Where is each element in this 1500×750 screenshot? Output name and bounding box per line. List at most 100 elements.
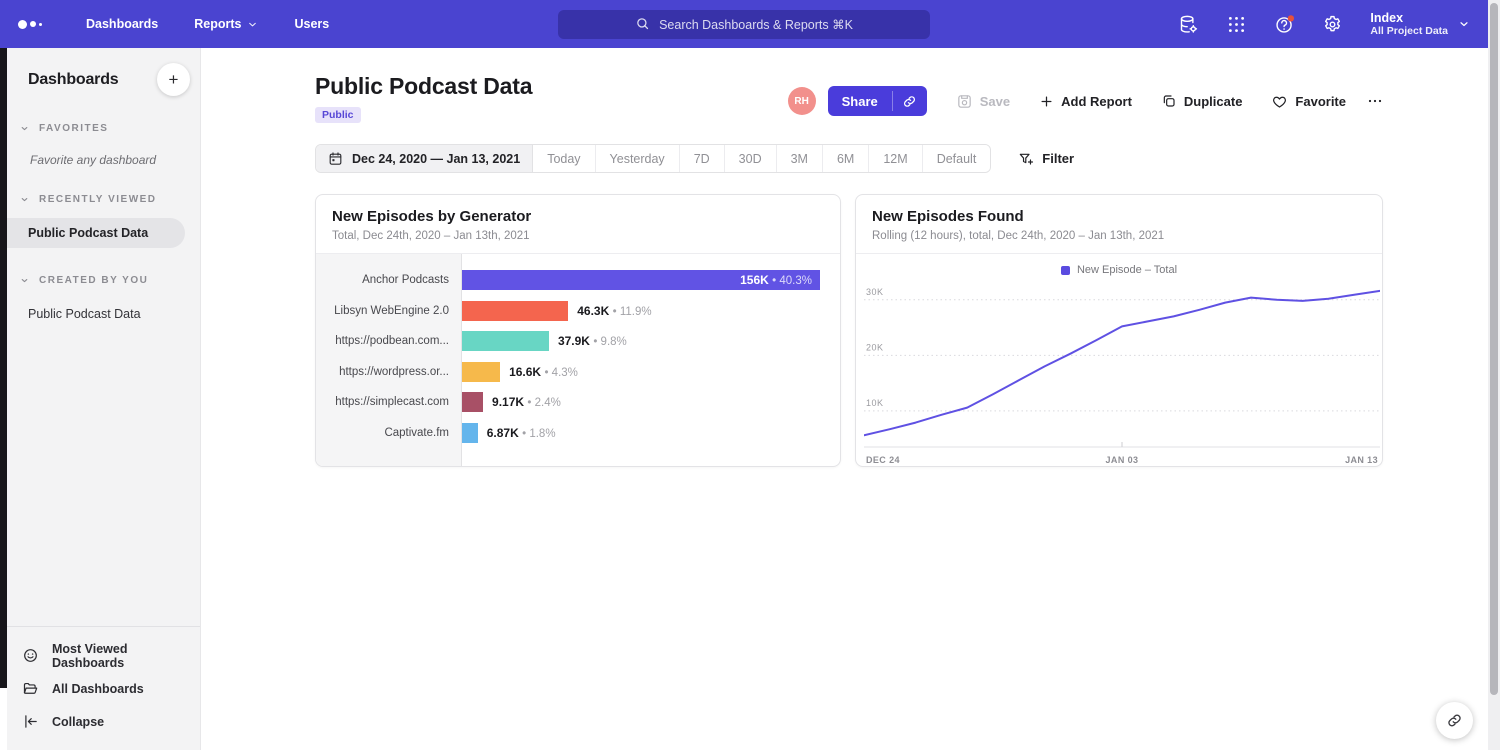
sidebar: Dashboards + FAVORITESFavorite any dashb…: [7, 48, 201, 750]
bar-row[interactable]: 46.3K • 11.9%: [462, 296, 820, 327]
preset-6m[interactable]: 6M: [823, 145, 869, 172]
chevron-down-icon: [20, 195, 29, 204]
sidebar-footer-all-dashboards[interactable]: All Dashboards: [7, 672, 200, 705]
scrollbar-thumb[interactable]: [1490, 3, 1498, 695]
bar: 156K • 40.3%: [462, 270, 820, 290]
app-window: Dashboards Reports Users Search Dashboards…: [0, 0, 1500, 750]
preset-today[interactable]: Today: [533, 145, 595, 172]
data-sources-icon[interactable]: [1178, 14, 1199, 35]
nav-reports[interactable]: Reports: [194, 17, 258, 31]
more-options-button[interactable]: [1367, 93, 1383, 109]
share-link-fab[interactable]: [1436, 702, 1473, 739]
filter-label: Filter: [1042, 151, 1074, 166]
bar-value: 37.9K: [558, 334, 590, 348]
preset-7d[interactable]: 7D: [680, 145, 725, 172]
calendar-icon: [328, 151, 343, 166]
page-header: Public Podcast Data Public RH Share Save: [315, 48, 1383, 123]
left-edge-strip: [0, 48, 7, 688]
duplicate-button[interactable]: Duplicate: [1161, 93, 1243, 109]
filter-funnel-icon: [1018, 151, 1034, 167]
sidebar-section-created-by-you: CREATED BY YOU Public Podcast Data: [7, 275, 200, 329]
search-input[interactable]: Search Dashboards & Reports ⌘K: [558, 10, 930, 39]
section-header[interactable]: FAVORITES: [7, 123, 200, 134]
scrollbar-track[interactable]: [1488, 0, 1500, 750]
apps-grid-icon[interactable]: [1226, 14, 1247, 35]
logo-dots-icon[interactable]: [18, 20, 58, 29]
report-cards: New Episodes by Generator Total, Dec 24t…: [315, 194, 1383, 467]
share-button[interactable]: Share: [828, 86, 892, 116]
date-range-label: Dec 24, 2020 — Jan 13, 2021: [352, 152, 520, 166]
chevron-down-icon: [20, 276, 29, 285]
footer-label: Most Viewed Dashboards: [52, 642, 200, 670]
svg-text:JAN 03: JAN 03: [1106, 455, 1139, 465]
date-range-picker[interactable]: Dec 24, 2020 — Jan 13, 2021: [316, 145, 533, 172]
section-header[interactable]: CREATED BY YOU: [7, 275, 200, 286]
bar-category-label: Libsyn WebEngine 2.0: [316, 296, 461, 327]
preset-default[interactable]: Default: [923, 145, 991, 172]
topbar: Dashboards Reports Users Search Dashboards…: [0, 0, 1488, 48]
bar-value: 46.3K: [577, 304, 609, 318]
project-selector[interactable]: Index All Project Data: [1370, 11, 1470, 38]
help-icon[interactable]: [1274, 14, 1295, 35]
bar-value: 9.17K: [492, 395, 524, 409]
settings-icon[interactable]: [1322, 14, 1343, 35]
line-chart: 10K20K30KDEC 24JAN 03JAN 13: [864, 282, 1380, 466]
search-icon: [635, 16, 650, 34]
bar: [462, 392, 483, 412]
add-report-button[interactable]: Add Report: [1039, 94, 1132, 109]
visibility-badge: Public: [315, 107, 361, 123]
bar-row[interactable]: 9.17K • 2.4%: [462, 387, 820, 418]
project-scope: All Project Data: [1370, 25, 1448, 38]
bar-value: 6.87K: [487, 426, 519, 440]
bar-category-label: Anchor Podcasts: [316, 265, 461, 296]
svg-text:20K: 20K: [866, 342, 884, 352]
chevron-down-icon: [20, 124, 29, 133]
svg-text:30K: 30K: [866, 287, 884, 297]
nav-dashboards[interactable]: Dashboards: [86, 17, 158, 31]
bar-row[interactable]: 16.6K • 4.3%: [462, 357, 820, 388]
footer-label: Collapse: [52, 715, 104, 729]
bar: [462, 301, 568, 321]
save-button[interactable]: Save: [956, 93, 1010, 110]
save-icon: [956, 93, 973, 110]
line-series: [864, 291, 1380, 435]
nav-users[interactable]: Users: [294, 17, 329, 31]
date-range-group: Dec 24, 2020 — Jan 13, 2021 TodayYesterd…: [315, 144, 991, 173]
bar-row[interactable]: 37.9K • 9.8%: [462, 326, 820, 357]
main-area: Public Podcast Data Public RH Share Save: [201, 48, 1488, 750]
bar-row[interactable]: 6.87K • 1.8%: [462, 418, 820, 449]
sidebar-item-dashboard[interactable]: Public Podcast Data: [7, 299, 200, 329]
preset-12m[interactable]: 12M: [869, 145, 922, 172]
chart-legend: New Episode – Total: [856, 264, 1382, 276]
filter-button[interactable]: Filter: [1018, 151, 1074, 167]
legend-swatch: [1061, 266, 1070, 275]
favorite-button[interactable]: Favorite: [1271, 93, 1346, 110]
sidebar-item-dashboard[interactable]: Public Podcast Data: [7, 218, 185, 248]
share-split-button: Share: [828, 86, 927, 116]
bar-row[interactable]: 156K • 40.3%: [462, 265, 820, 296]
bar-percent: • 11.9%: [613, 306, 652, 318]
share-link-button[interactable]: [893, 86, 927, 116]
sidebar-footer-most-viewed-dashboards[interactable]: Most Viewed Dashboards: [7, 639, 200, 672]
line-card-header: New Episodes Found Rolling (12 hours), t…: [856, 195, 1382, 254]
plus-icon: [1039, 94, 1054, 109]
bar-chart: Anchor PodcastsLibsyn WebEngine 2.0 https…: [316, 254, 840, 466]
project-name: Index: [1370, 11, 1448, 25]
preset-30d[interactable]: 30D: [725, 145, 777, 172]
preset-3m[interactable]: 3M: [777, 145, 823, 172]
legend-label: New Episode – Total: [1077, 264, 1177, 276]
search-placeholder: Search Dashboards & Reports ⌘K: [659, 17, 853, 32]
add-dashboard-button[interactable]: +: [157, 63, 190, 96]
preset-yesterday[interactable]: Yesterday: [596, 145, 680, 172]
sidebar-footer-collapse[interactable]: Collapse: [7, 705, 200, 738]
favorite-label: Favorite: [1295, 94, 1346, 109]
section-label: RECENTLY VIEWED: [39, 194, 157, 205]
bar-category-label: https://simplecast.com: [316, 387, 461, 418]
sidebar-footer: Most Viewed DashboardsAll Dashboards Coll…: [7, 626, 200, 750]
avatar[interactable]: RH: [788, 87, 816, 115]
top-nav: Dashboards Reports Users: [86, 17, 329, 31]
bar-percent: • 9.8%: [593, 336, 626, 348]
section-empty-text: Favorite any dashboard: [30, 153, 200, 167]
section-header[interactable]: RECENTLY VIEWED: [7, 194, 200, 205]
svg-text:DEC 24: DEC 24: [866, 455, 900, 465]
